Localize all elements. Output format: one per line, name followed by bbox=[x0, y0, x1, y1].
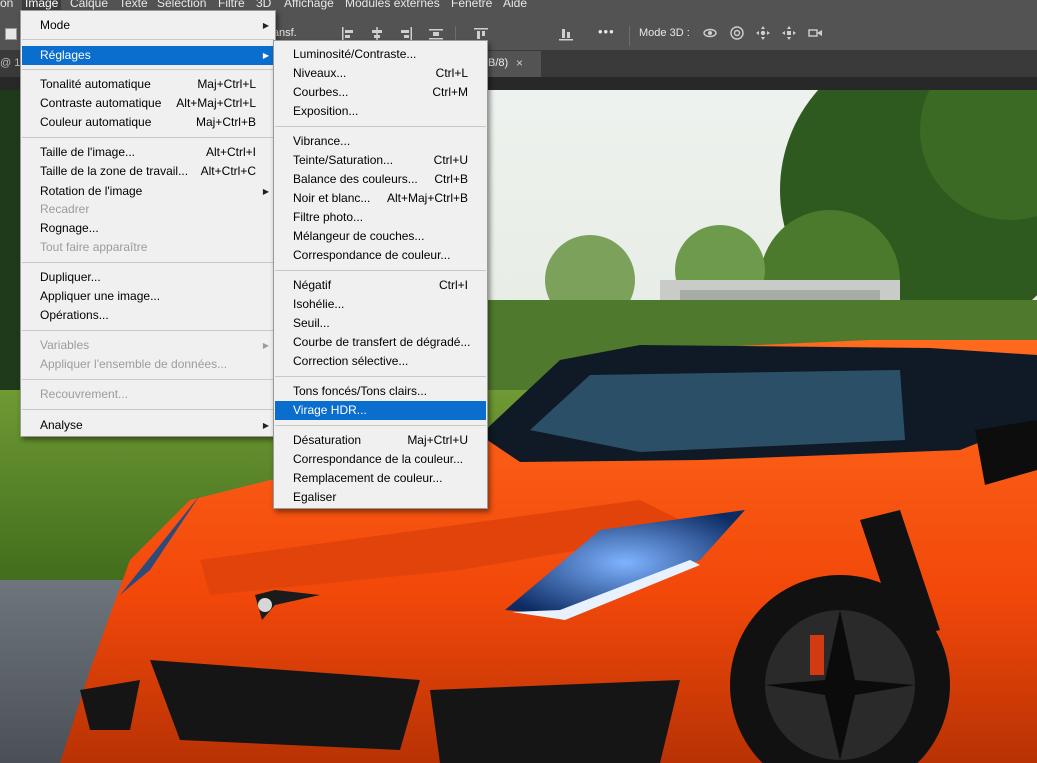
document-tab-title: B/8) bbox=[488, 57, 509, 69]
menu-item-couleur-auto[interactable]: Couleur automatique Maj+Ctrl+B bbox=[22, 113, 274, 132]
menu-item-isohelie[interactable]: Isohélie... bbox=[275, 295, 486, 314]
menu-item-filtre-photo[interactable]: Filtre photo... bbox=[275, 208, 486, 227]
more-options-icon[interactable]: ••• bbox=[598, 24, 615, 39]
menu-item-rotation[interactable]: Rotation de l'image ▶ bbox=[22, 182, 274, 201]
menu-item-taille-zone[interactable]: Taille de la zone de travail... Alt+Ctrl+… bbox=[22, 162, 274, 181]
menu-item-filtre[interactable]: Filtre bbox=[218, 0, 245, 10]
menu-item-melangeur[interactable]: Mélangeur de couches... bbox=[275, 227, 486, 246]
menu-item-tonalite-auto[interactable]: Tonalité automatique Maj+Ctrl+L bbox=[22, 75, 274, 94]
menu-item-recouvrement: Recouvrement... bbox=[40, 387, 129, 401]
menu-item-courbe-degrade[interactable]: Courbe de transfert de dégradé... bbox=[275, 333, 486, 352]
menu-item-vibrance[interactable]: Vibrance... bbox=[275, 132, 486, 151]
menu-item-variables: Variables ▶ bbox=[40, 338, 269, 352]
menu-item-remplacement-couleur[interactable]: Remplacement de couleur... bbox=[275, 469, 486, 488]
menu-item-image[interactable]: Image bbox=[22, 0, 62, 10]
menu-item-virage-hdr[interactable]: Virage HDR... bbox=[275, 401, 486, 420]
menu-item-seuil[interactable]: Seuil... bbox=[275, 314, 486, 333]
menu-item-noir-blanc[interactable]: Noir et blanc... Alt+Maj+Ctrl+B bbox=[275, 189, 486, 208]
document-tab-active[interactable]: B/8) × bbox=[486, 51, 541, 77]
menu-item-luminosite[interactable]: Luminosité/Contraste... bbox=[275, 45, 486, 64]
menu-item-recadrer: Recadrer bbox=[40, 202, 90, 216]
image-menu: Mode ▶ Réglages ▶ Tonalité automatique Maj+… bbox=[20, 10, 276, 437]
menu-item-taille-image[interactable]: Taille de l'image... Alt+Ctrl+I bbox=[22, 143, 274, 162]
menu-item-appliquer-ensemble: Appliquer l'ensemble de données... bbox=[40, 357, 228, 371]
menu-item-selection[interactable]: Sélection bbox=[157, 0, 206, 10]
menu-item-dupliquer[interactable]: Dupliquer... bbox=[22, 268, 274, 287]
menu-item-aide[interactable]: Aide bbox=[503, 0, 527, 10]
pan-3d-icon[interactable] bbox=[755, 25, 771, 41]
menu-item-3d[interactable]: 3D bbox=[256, 0, 271, 10]
menu-item-affichage[interactable]: Affichage bbox=[284, 0, 334, 10]
roll-3d-icon[interactable] bbox=[729, 25, 745, 41]
menu-item-tout-faire-apparaitre: Tout faire apparaître bbox=[40, 240, 148, 254]
menu-item-contraste-auto[interactable]: Contraste automatique Alt+Maj+Ctrl+L bbox=[22, 94, 274, 113]
menu-item-modules-externes[interactable]: Modules externes bbox=[345, 0, 440, 10]
slide-3d-icon[interactable] bbox=[781, 25, 797, 41]
menu-item-desaturation[interactable]: Désaturation Maj+Ctrl+U bbox=[275, 431, 486, 450]
menu-item-reglages[interactable]: Réglages ▶ bbox=[22, 46, 274, 65]
menu-bar: on Image Calque Texte Sélection Filtre 3… bbox=[0, 0, 1037, 10]
show-transform-checkbox[interactable] bbox=[5, 28, 17, 40]
menu-item-teinte-saturation[interactable]: Teinte/Saturation... Ctrl+U bbox=[275, 151, 486, 170]
menu-item-correspondance-couleur[interactable]: Correspondance de couleur... bbox=[275, 246, 486, 265]
camera-3d-icon[interactable] bbox=[807, 25, 823, 41]
menu-item-mode[interactable]: Mode ▶ bbox=[22, 16, 274, 35]
menu-item-fenetre[interactable]: Fenêtre bbox=[451, 0, 492, 10]
menu-item-on[interactable]: on bbox=[0, 0, 13, 10]
menu-item-tons-fonces[interactable]: Tons foncés/Tons clairs... bbox=[275, 382, 486, 401]
menu-item-rognage[interactable]: Rognage... bbox=[22, 219, 274, 238]
menu-item-negatif[interactable]: Négatif Ctrl+I bbox=[275, 276, 486, 295]
menu-item-calque[interactable]: Calque bbox=[70, 0, 108, 10]
orbit-3d-icon[interactable] bbox=[702, 25, 718, 41]
align-bottom-icon[interactable] bbox=[558, 26, 574, 42]
menu-item-operations[interactable]: Opérations... bbox=[22, 306, 274, 325]
menu-item-niveaux[interactable]: Niveaux... Ctrl+L bbox=[275, 64, 486, 83]
menu-item-appliquer-image[interactable]: Appliquer une image... bbox=[22, 287, 274, 306]
menu-item-balance-couleurs[interactable]: Balance des couleurs... Ctrl+B bbox=[275, 170, 486, 189]
close-tab-icon[interactable]: × bbox=[516, 56, 523, 70]
document-tab-previous[interactable]: @ 1 bbox=[0, 57, 20, 69]
menu-item-courbes[interactable]: Courbes... Ctrl+M bbox=[275, 83, 486, 102]
menu-item-texte[interactable]: Texte bbox=[119, 0, 148, 10]
menu-item-correction-selective[interactable]: Correction sélective... bbox=[275, 352, 486, 371]
menu-item-egaliser[interactable]: Egaliser bbox=[275, 488, 486, 507]
menu-item-correspondance-la-couleur[interactable]: Correspondance de la couleur... bbox=[275, 450, 486, 469]
menu-item-exposition[interactable]: Exposition... bbox=[275, 102, 486, 121]
mode-3d-label: Mode 3D : bbox=[639, 27, 690, 39]
reglages-submenu: Luminosité/Contraste... Niveaux... Ctrl+L… bbox=[273, 40, 488, 509]
menu-item-analyse[interactable]: Analyse ▶ bbox=[22, 416, 274, 435]
